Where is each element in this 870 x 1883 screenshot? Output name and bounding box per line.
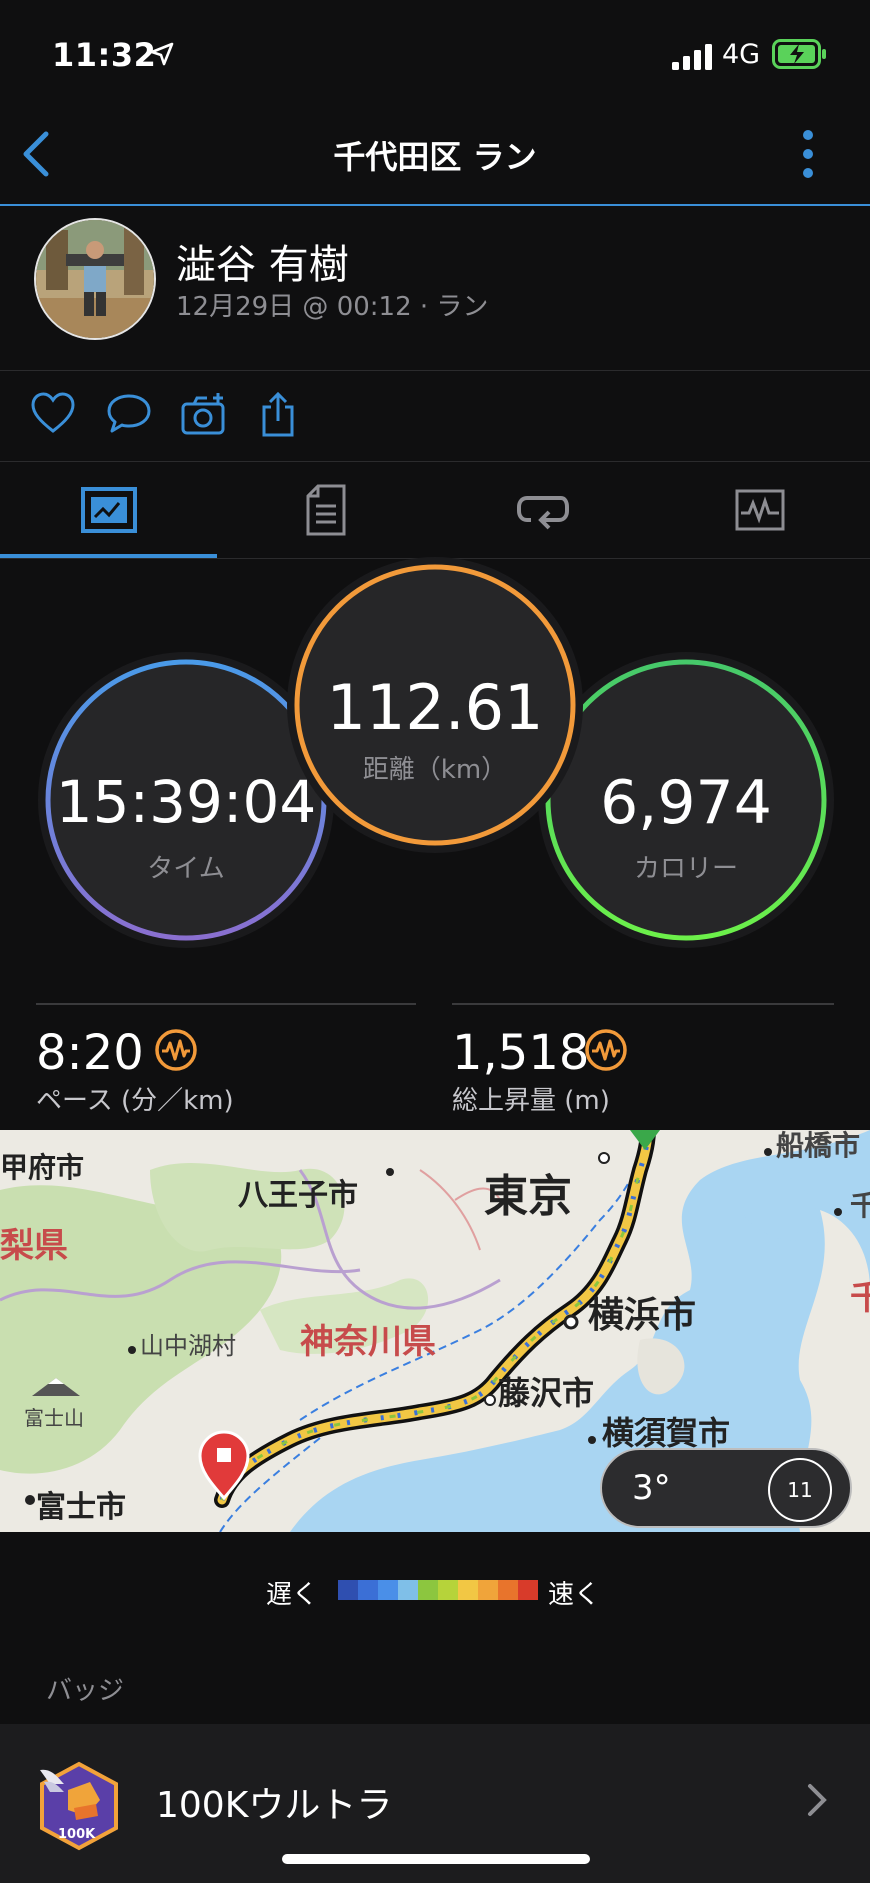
map-label: 梨県 [0,1226,68,1266]
distance-label: 距離（km） [362,755,508,785]
tab-overview[interactable] [0,462,217,558]
badge-name: 100Kウルトラ [156,1785,393,1826]
time-value: 15:39:04 [55,768,317,836]
home-indicator [282,1854,590,1864]
map-label: 千 [850,1189,870,1222]
pace-color-swatch [478,1580,498,1600]
comment-bubble-icon[interactable] [106,391,156,441]
pace-color-swatch [498,1580,518,1600]
more-options-button[interactable] [796,128,820,180]
map-label: 横浜市 [588,1295,697,1336]
time-label: タイム [147,854,225,884]
laps-loop-icon [516,496,569,530]
divider [36,1003,416,1005]
avatar[interactable] [34,218,156,340]
weather-widget[interactable]: 3° 11 [600,1448,852,1528]
badge-emblem-text: 100K [58,1827,96,1842]
map-label: 山中湖村 [140,1332,236,1360]
pace-color-swatch [418,1580,438,1600]
map-label: 東京 [484,1171,572,1222]
ascent-label: 総上昇量 (m) [452,1086,610,1116]
map-label: 富士山 [24,1406,84,1430]
route-map[interactable]: 甲府市 八王子市 東京 船橋市 千 梨県 山中湖村 神奈川県 横浜市 千 富士山… [0,1130,870,1532]
map-label: 神奈川県 [300,1322,436,1362]
map-label: 甲府市 [0,1151,85,1184]
map-label: 富士市 [36,1490,126,1525]
legend-slow-label: 遅く [266,1580,319,1610]
action-bar [0,371,870,462]
pace-color-swatch [438,1580,458,1600]
map-label: 船橋市 [776,1130,861,1162]
navigation-bar: 千代田区 ラン [0,100,870,206]
ultra-100k-badge-icon: 100K [38,1760,120,1856]
map-label: 藤沢市 [498,1374,595,1412]
calories-stat: 6,974 カロリー [548,662,824,938]
time-stat: 15:39:04 タイム [48,662,324,938]
overview-chart-icon [80,487,137,533]
map-label: 八王子市 [238,1178,358,1213]
pace-color-swatch [358,1580,378,1600]
activity-pulse-icon [154,1028,198,1076]
activity-pulse-icon [584,1028,628,1076]
wind-speed: 11 [768,1458,832,1522]
pace-color-swatch [458,1580,478,1600]
share-icon[interactable] [256,391,306,441]
chevron-right-icon [806,1782,828,1822]
cellular-signal-icon [672,44,714,74]
network-type: 4G [722,39,761,70]
badges-header: バッジ [46,1676,125,1706]
charts-graph-icon [735,489,784,531]
temperature: 3° [632,1468,671,1508]
ascent-value: 1,518 [452,1025,590,1081]
tab-charts[interactable] [651,462,868,558]
pace-color-swatch [398,1580,418,1600]
calories-label: カロリー [633,854,738,884]
map-label: 千 [850,1278,870,1318]
page-title: 千代田区 ラン [333,138,537,176]
pace-color-swatch [338,1580,358,1600]
tab-laps[interactable] [434,462,651,558]
pace-label: ペース (分／km) [36,1086,234,1116]
location-arrow-icon [150,42,174,70]
activity-meta: 12月29日 @ 00:12 · ラン [176,292,489,322]
pace-value: 8:20 [36,1025,144,1081]
badge-list-item[interactable]: 100K 100Kウルトラ [0,1724,870,1883]
add-photo-icon[interactable] [180,391,230,441]
divider [452,1003,834,1005]
pace-color-swatch [378,1580,398,1600]
pace-color-swatch [518,1580,538,1600]
calories-value: 6,974 [600,768,772,838]
user-name[interactable]: 澁谷 有樹 [176,232,349,290]
tab-stats[interactable] [217,462,434,558]
stats-document-icon [306,484,345,536]
activity-tabs [0,462,870,559]
like-heart-icon[interactable] [30,391,80,441]
status-time: 11:32 [52,36,157,74]
distance-stat: 112.61 距離（km） [297,567,573,843]
legend-fast-label: 速く [548,1580,601,1610]
activity-header: 澁谷 有樹 12月29日 @ 00:12 · ラン [0,206,870,371]
distance-value: 112.61 [326,671,544,744]
battery-charging-icon [772,39,828,73]
pace-color-scale [338,1580,538,1600]
